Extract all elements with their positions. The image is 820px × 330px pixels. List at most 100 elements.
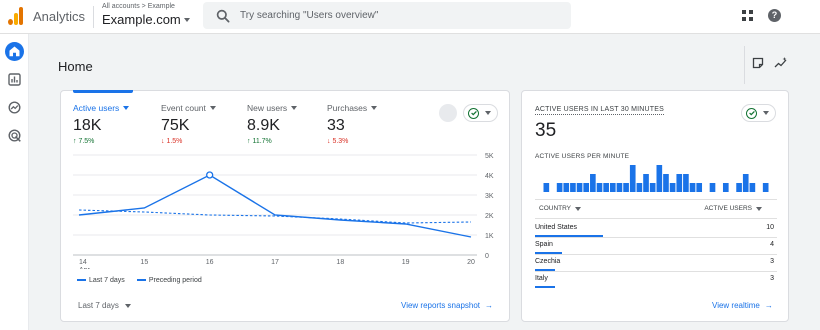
top-app-bar: Analytics All accounts > Example Example… bbox=[0, 0, 820, 34]
realtime-active-users: 35 bbox=[535, 120, 557, 141]
chevron-down-icon bbox=[209, 106, 216, 110]
x-tick-label: 18 bbox=[336, 259, 344, 266]
x-tick-label: 14 bbox=[79, 259, 87, 266]
row-value: 4 bbox=[770, 241, 774, 248]
minute-bar bbox=[656, 165, 663, 192]
table-divider bbox=[535, 218, 777, 219]
minute-bar bbox=[623, 183, 629, 192]
chart-legend: Last 7 days Preceding period bbox=[77, 277, 202, 284]
metric-value: 8.9K bbox=[247, 117, 280, 134]
country-name: Czechia bbox=[535, 258, 561, 265]
users-line-chart[interactable]: 5K 4K 3K 2K 1K 0 14 15 16 17 18 19 20 Apr bbox=[73, 153, 503, 269]
arrow-right-icon: → bbox=[764, 301, 773, 310]
app-title: Analytics bbox=[33, 9, 86, 24]
minute-bar bbox=[629, 165, 636, 192]
metric-value: 33 bbox=[327, 117, 345, 134]
insights-note-icon[interactable] bbox=[752, 57, 764, 69]
view-realtime-link[interactable]: View realtime → bbox=[712, 301, 773, 310]
metric-change: ↓ 5.3% bbox=[327, 138, 349, 145]
minute-bar bbox=[609, 183, 616, 192]
minute-bar bbox=[709, 183, 716, 192]
metric-label: New users bbox=[247, 103, 298, 113]
metric-label: Active users bbox=[73, 103, 130, 113]
minute-bar bbox=[576, 183, 583, 192]
table-divider bbox=[535, 271, 777, 272]
explore-icon[interactable] bbox=[8, 101, 21, 114]
header-divider bbox=[93, 6, 94, 28]
insights-sparkle-icon[interactable] bbox=[774, 57, 788, 69]
metric-purchases[interactable]: Purchases 33 ↓ 5.3% bbox=[327, 103, 378, 145]
date-range-dropdown[interactable]: Last 7 days bbox=[78, 301, 131, 310]
chevron-down-icon bbox=[183, 17, 190, 22]
breadcrumb[interactable]: All accounts > Example bbox=[102, 3, 175, 10]
property-selector[interactable]: Example.com bbox=[102, 12, 190, 27]
chevron-down-icon bbox=[123, 106, 130, 110]
view-reports-snapshot-link[interactable]: View reports snapshot → bbox=[401, 301, 493, 310]
minute-bar bbox=[543, 183, 550, 192]
search-bar[interactable]: Try searching "Users overview" bbox=[203, 2, 571, 29]
x-tick-label: 17 bbox=[271, 259, 279, 266]
legend-item-current: Last 7 days bbox=[77, 277, 125, 284]
minute-bar bbox=[596, 183, 603, 192]
row-value: 3 bbox=[770, 275, 774, 282]
per-minute-label: ACTIVE USERS PER MINUTE bbox=[535, 153, 630, 160]
x-tick-label: 15 bbox=[140, 259, 148, 266]
header-divider-right bbox=[744, 46, 745, 84]
check-circle-icon bbox=[746, 107, 757, 119]
advertising-icon[interactable] bbox=[8, 129, 21, 142]
arrow-right-icon: → bbox=[485, 301, 494, 310]
x-month-label: Apr bbox=[79, 267, 91, 269]
apps-grid-icon[interactable] bbox=[742, 10, 753, 21]
reports-icon[interactable] bbox=[8, 73, 21, 86]
anomaly-icon[interactable] bbox=[439, 104, 457, 122]
metric-change: ↓ 1.5% bbox=[161, 138, 183, 145]
home-nav-icon[interactable] bbox=[5, 42, 24, 61]
country-name: Spain bbox=[535, 241, 553, 248]
y-tick-label: 0 bbox=[485, 253, 489, 260]
help-icon[interactable]: ? bbox=[768, 9, 781, 22]
legend-item-previous: Preceding period bbox=[136, 277, 202, 284]
series-line-current bbox=[78, 174, 472, 238]
chevron-down-icon bbox=[575, 206, 582, 211]
row-value: 10 bbox=[766, 224, 774, 231]
minute-bar bbox=[683, 174, 689, 192]
minute-bar bbox=[676, 174, 683, 192]
realtime-title[interactable]: ACTIVE USERS IN LAST 30 MINUTES bbox=[535, 106, 664, 115]
metric-event-count[interactable]: Event count 75K ↓ 1.5% bbox=[161, 103, 216, 145]
search-icon bbox=[216, 9, 230, 23]
chevron-down-icon bbox=[124, 303, 131, 308]
metric-value: 75K bbox=[161, 117, 190, 134]
table-divider bbox=[535, 237, 777, 238]
minute-bar bbox=[749, 183, 756, 192]
check-circle-icon bbox=[468, 107, 479, 119]
table-divider bbox=[535, 199, 777, 200]
minute-bar bbox=[583, 183, 590, 192]
metric-value: 18K bbox=[73, 117, 102, 134]
minute-bar bbox=[663, 174, 669, 192]
minute-bar bbox=[722, 183, 729, 192]
minute-bar bbox=[762, 183, 769, 192]
column-header-country[interactable]: COUNTRY bbox=[539, 205, 582, 212]
row-share-bar bbox=[535, 286, 556, 288]
x-tick-label: 20 bbox=[467, 259, 475, 266]
metric-change: ↑ 11.7% bbox=[247, 138, 272, 145]
minute-bar bbox=[616, 183, 623, 192]
y-tick-label: 4K bbox=[485, 173, 494, 180]
column-header-active-users[interactable]: ACTIVE USERS bbox=[704, 205, 762, 212]
series-line-previous bbox=[78, 209, 472, 224]
minute-bar bbox=[669, 183, 676, 192]
minute-bar bbox=[570, 183, 576, 192]
table-divider bbox=[535, 254, 777, 255]
metric-active-users[interactable]: Active users 18K ↑ 7.5% bbox=[73, 103, 130, 145]
minute-bar bbox=[556, 183, 563, 192]
chevron-down-icon bbox=[485, 111, 491, 115]
minute-bar bbox=[742, 174, 749, 192]
metric-change: ↑ 7.5% bbox=[73, 138, 95, 145]
metric-new-users[interactable]: New users 8.9K ↑ 11.7% bbox=[247, 103, 298, 145]
data-quality-dropdown[interactable] bbox=[463, 104, 498, 122]
per-minute-bar-chart[interactable] bbox=[543, 164, 769, 192]
minute-bar bbox=[643, 174, 649, 192]
realtime-data-quality-dropdown[interactable] bbox=[741, 104, 776, 122]
analytics-logo-icon[interactable] bbox=[8, 7, 24, 25]
minute-bar bbox=[590, 174, 596, 192]
